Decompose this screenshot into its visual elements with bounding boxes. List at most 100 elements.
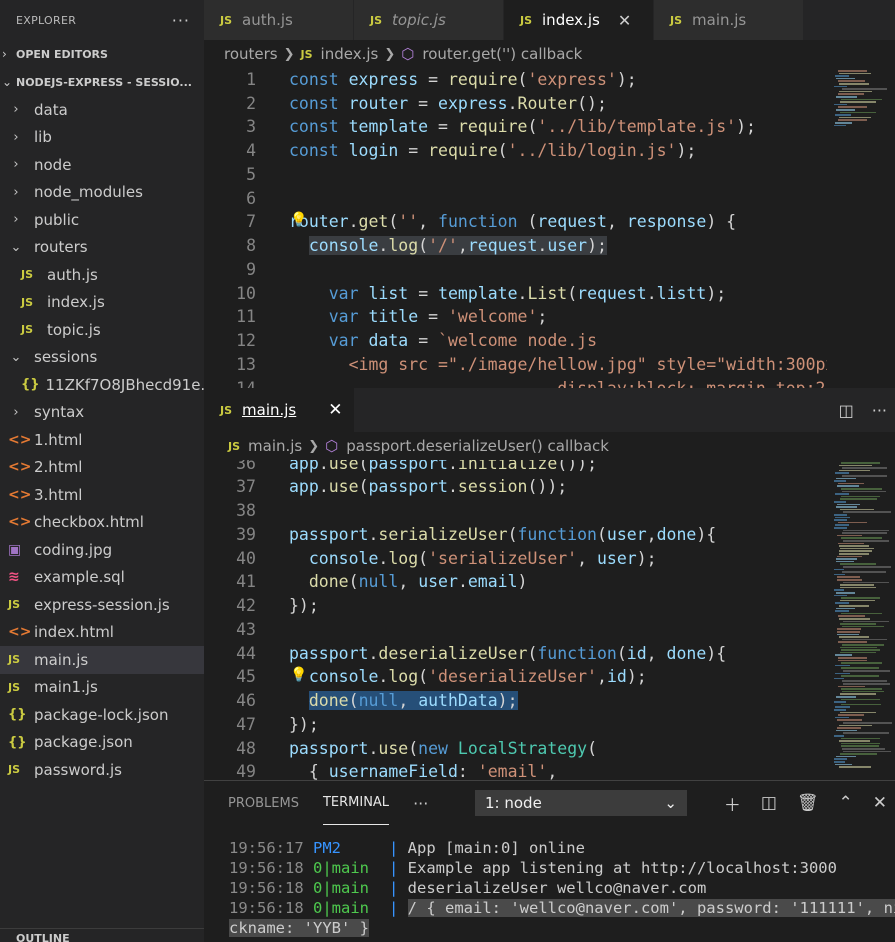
terminal-output[interactable]: 19:56:17 PM2 | App [main:0] online 19:56:1… bbox=[229, 838, 895, 938]
split-terminal-icon[interactable]: ◫ bbox=[761, 793, 777, 813]
minimap-line bbox=[838, 659, 867, 662]
tab-main-js[interactable]: JS main.js ✕ bbox=[204, 388, 354, 432]
minimap-line bbox=[836, 96, 857, 98]
minimap-line bbox=[841, 698, 880, 701]
minimap-line bbox=[835, 654, 852, 656]
tab-problems[interactable]: PROBLEMS bbox=[228, 781, 299, 825]
more-actions-icon[interactable]: ··· bbox=[172, 11, 190, 30]
tab-auth-js[interactable]: JS auth.js bbox=[204, 0, 354, 40]
minimap-line bbox=[835, 610, 849, 612]
chevron-right-icon: › bbox=[13, 157, 19, 173]
js-file-icon: JS bbox=[220, 13, 233, 27]
minimap-line bbox=[840, 599, 875, 602]
minimap-line bbox=[835, 763, 852, 766]
minimap-line bbox=[835, 602, 849, 604]
js-file-icon: JS bbox=[21, 323, 34, 337]
file-tree-item[interactable]: JS topic.js bbox=[0, 316, 204, 344]
file-tree-item[interactable]: {} package-lock.json bbox=[0, 701, 204, 729]
file-tree-item[interactable]: <> 1.html bbox=[0, 426, 204, 454]
terminal-select[interactable]: 1: node ⌄ bbox=[475, 790, 687, 816]
file-tree-item[interactable]: JS password.js bbox=[0, 756, 204, 784]
tab-main-js[interactable]: JS main.js bbox=[654, 0, 804, 40]
js-file-icon: JS bbox=[21, 295, 34, 309]
minimap-main[interactable] bbox=[830, 460, 895, 780]
minimap-line bbox=[839, 545, 869, 547]
minimap-line bbox=[839, 469, 870, 472]
lightbulb-icon[interactable]: 💡 bbox=[290, 212, 307, 228]
split-editor-icon[interactable]: ◫ bbox=[839, 401, 854, 420]
minimap-line bbox=[836, 558, 857, 560]
file-tree-item[interactable]: ⌄ sessions bbox=[0, 344, 204, 372]
minimap-line bbox=[837, 555, 862, 558]
minimap-line bbox=[840, 111, 876, 114]
new-terminal-icon[interactable]: ＋ bbox=[724, 791, 741, 816]
file-tree-item[interactable]: <> 3.html bbox=[0, 481, 204, 509]
file-tree-item[interactable]: <> 2.html bbox=[0, 454, 204, 482]
file-tree-item[interactable]: ⌄ routers bbox=[0, 234, 204, 262]
file-tree-item[interactable]: JS main.js bbox=[0, 646, 204, 674]
file-tree-item[interactable]: › public bbox=[0, 206, 204, 234]
breadcrumb-symbol[interactable]: passport.deserializeUser() callback bbox=[346, 437, 609, 455]
tab-index-js[interactable]: JS index.js ✕ bbox=[504, 0, 654, 40]
lightbulb-icon[interactable]: 💡 bbox=[290, 667, 307, 683]
file-tree-item[interactable]: {} package.json bbox=[0, 729, 204, 757]
outline-section[interactable]: OUTLINE bbox=[0, 928, 204, 942]
minimap-line bbox=[838, 685, 865, 688]
maximize-panel-icon[interactable]: ⌃ bbox=[839, 793, 853, 813]
terminal-separator: | bbox=[389, 879, 408, 897]
terminal-message: / { email: 'wellco@naver.com', password:… bbox=[407, 899, 895, 917]
tab-topic-js[interactable]: JS topic.js bbox=[354, 0, 504, 40]
file-tree-item[interactable]: › lib bbox=[0, 124, 204, 152]
terminal-process: 0|main bbox=[313, 859, 369, 877]
file-tree-item[interactable]: JS index.js bbox=[0, 289, 204, 317]
file-tree-label: main1.js bbox=[34, 678, 98, 697]
code-editor-main[interactable]: 36 app.use(passport.initialize()); 37 app.… bbox=[204, 460, 827, 780]
minimap-line bbox=[843, 750, 891, 753]
file-tree-item[interactable]: <> checkbox.html bbox=[0, 509, 204, 537]
kill-terminal-icon[interactable]: 🗑 bbox=[797, 793, 819, 813]
breadcrumb-symbol[interactable]: router.get('') callback bbox=[422, 45, 582, 63]
terminal-message: Example app listening at http://localhos… bbox=[407, 859, 837, 877]
file-tree-item[interactable]: › node_modules bbox=[0, 179, 204, 207]
project-section[interactable]: ⌄ NODEJS-EXPRESS - SESSIO... bbox=[0, 68, 204, 96]
terminal-time: 19:56:18 bbox=[229, 879, 304, 897]
html-file-icon: <> bbox=[8, 459, 32, 476]
file-tree-label: public bbox=[34, 210, 80, 229]
minimap-line bbox=[843, 620, 889, 623]
close-panel-icon[interactable]: ✕ bbox=[873, 793, 887, 813]
file-tree-item[interactable]: JS main1.js bbox=[0, 674, 204, 702]
minimap-line bbox=[837, 503, 860, 506]
js-file-icon: JS bbox=[21, 268, 34, 282]
minimap-index[interactable] bbox=[830, 68, 895, 388]
breadcrumb-file[interactable]: index.js bbox=[321, 45, 379, 63]
close-icon[interactable]: ✕ bbox=[328, 400, 342, 420]
file-tree-item[interactable]: {} 11ZKf7O8JBhecd91e... bbox=[0, 371, 204, 399]
chevron-right-icon: › bbox=[13, 212, 19, 228]
sql-file-icon: ≋ bbox=[8, 569, 20, 586]
more-actions-icon[interactable]: ··· bbox=[413, 781, 428, 825]
minimap-line bbox=[836, 696, 856, 698]
file-tree-item[interactable]: ▣ coding.jpg bbox=[0, 536, 204, 564]
file-tree-item[interactable]: JS auth.js bbox=[0, 261, 204, 289]
file-tree-item[interactable]: ≋ example.sql bbox=[0, 564, 204, 592]
file-tree-label: sessions bbox=[34, 348, 98, 367]
breadcrumb-folder[interactable]: routers bbox=[224, 45, 278, 63]
open-editors-section[interactable]: › OPEN EDITORS bbox=[0, 40, 204, 68]
file-tree-item[interactable]: › node bbox=[0, 151, 204, 179]
file-tree-item[interactable]: JS express-session.js bbox=[0, 591, 204, 619]
minimap-line bbox=[841, 488, 882, 490]
minimap-line bbox=[834, 514, 847, 516]
file-tree-item[interactable]: <> index.html bbox=[0, 619, 204, 647]
terminal-line: 19:56:18 0|main | / { email: 'wellco@nave… bbox=[229, 898, 895, 918]
code-editor-index[interactable]: 1 const express = require('express'); 2 co… bbox=[204, 68, 827, 388]
more-actions-icon[interactable]: ··· bbox=[872, 401, 887, 420]
close-icon[interactable]: ✕ bbox=[618, 11, 631, 30]
tab-terminal[interactable]: TERMINAL bbox=[322, 781, 390, 825]
file-tree-label: node_modules bbox=[34, 183, 143, 202]
breadcrumb-file[interactable]: main.js bbox=[248, 437, 302, 455]
file-tree-label: routers bbox=[34, 238, 88, 257]
file-tree-item[interactable]: › syntax bbox=[0, 399, 204, 427]
terminal-time: 19:56:18 bbox=[229, 859, 304, 877]
file-tree-item[interactable]: › data bbox=[0, 96, 204, 124]
minimap-line bbox=[838, 542, 864, 545]
